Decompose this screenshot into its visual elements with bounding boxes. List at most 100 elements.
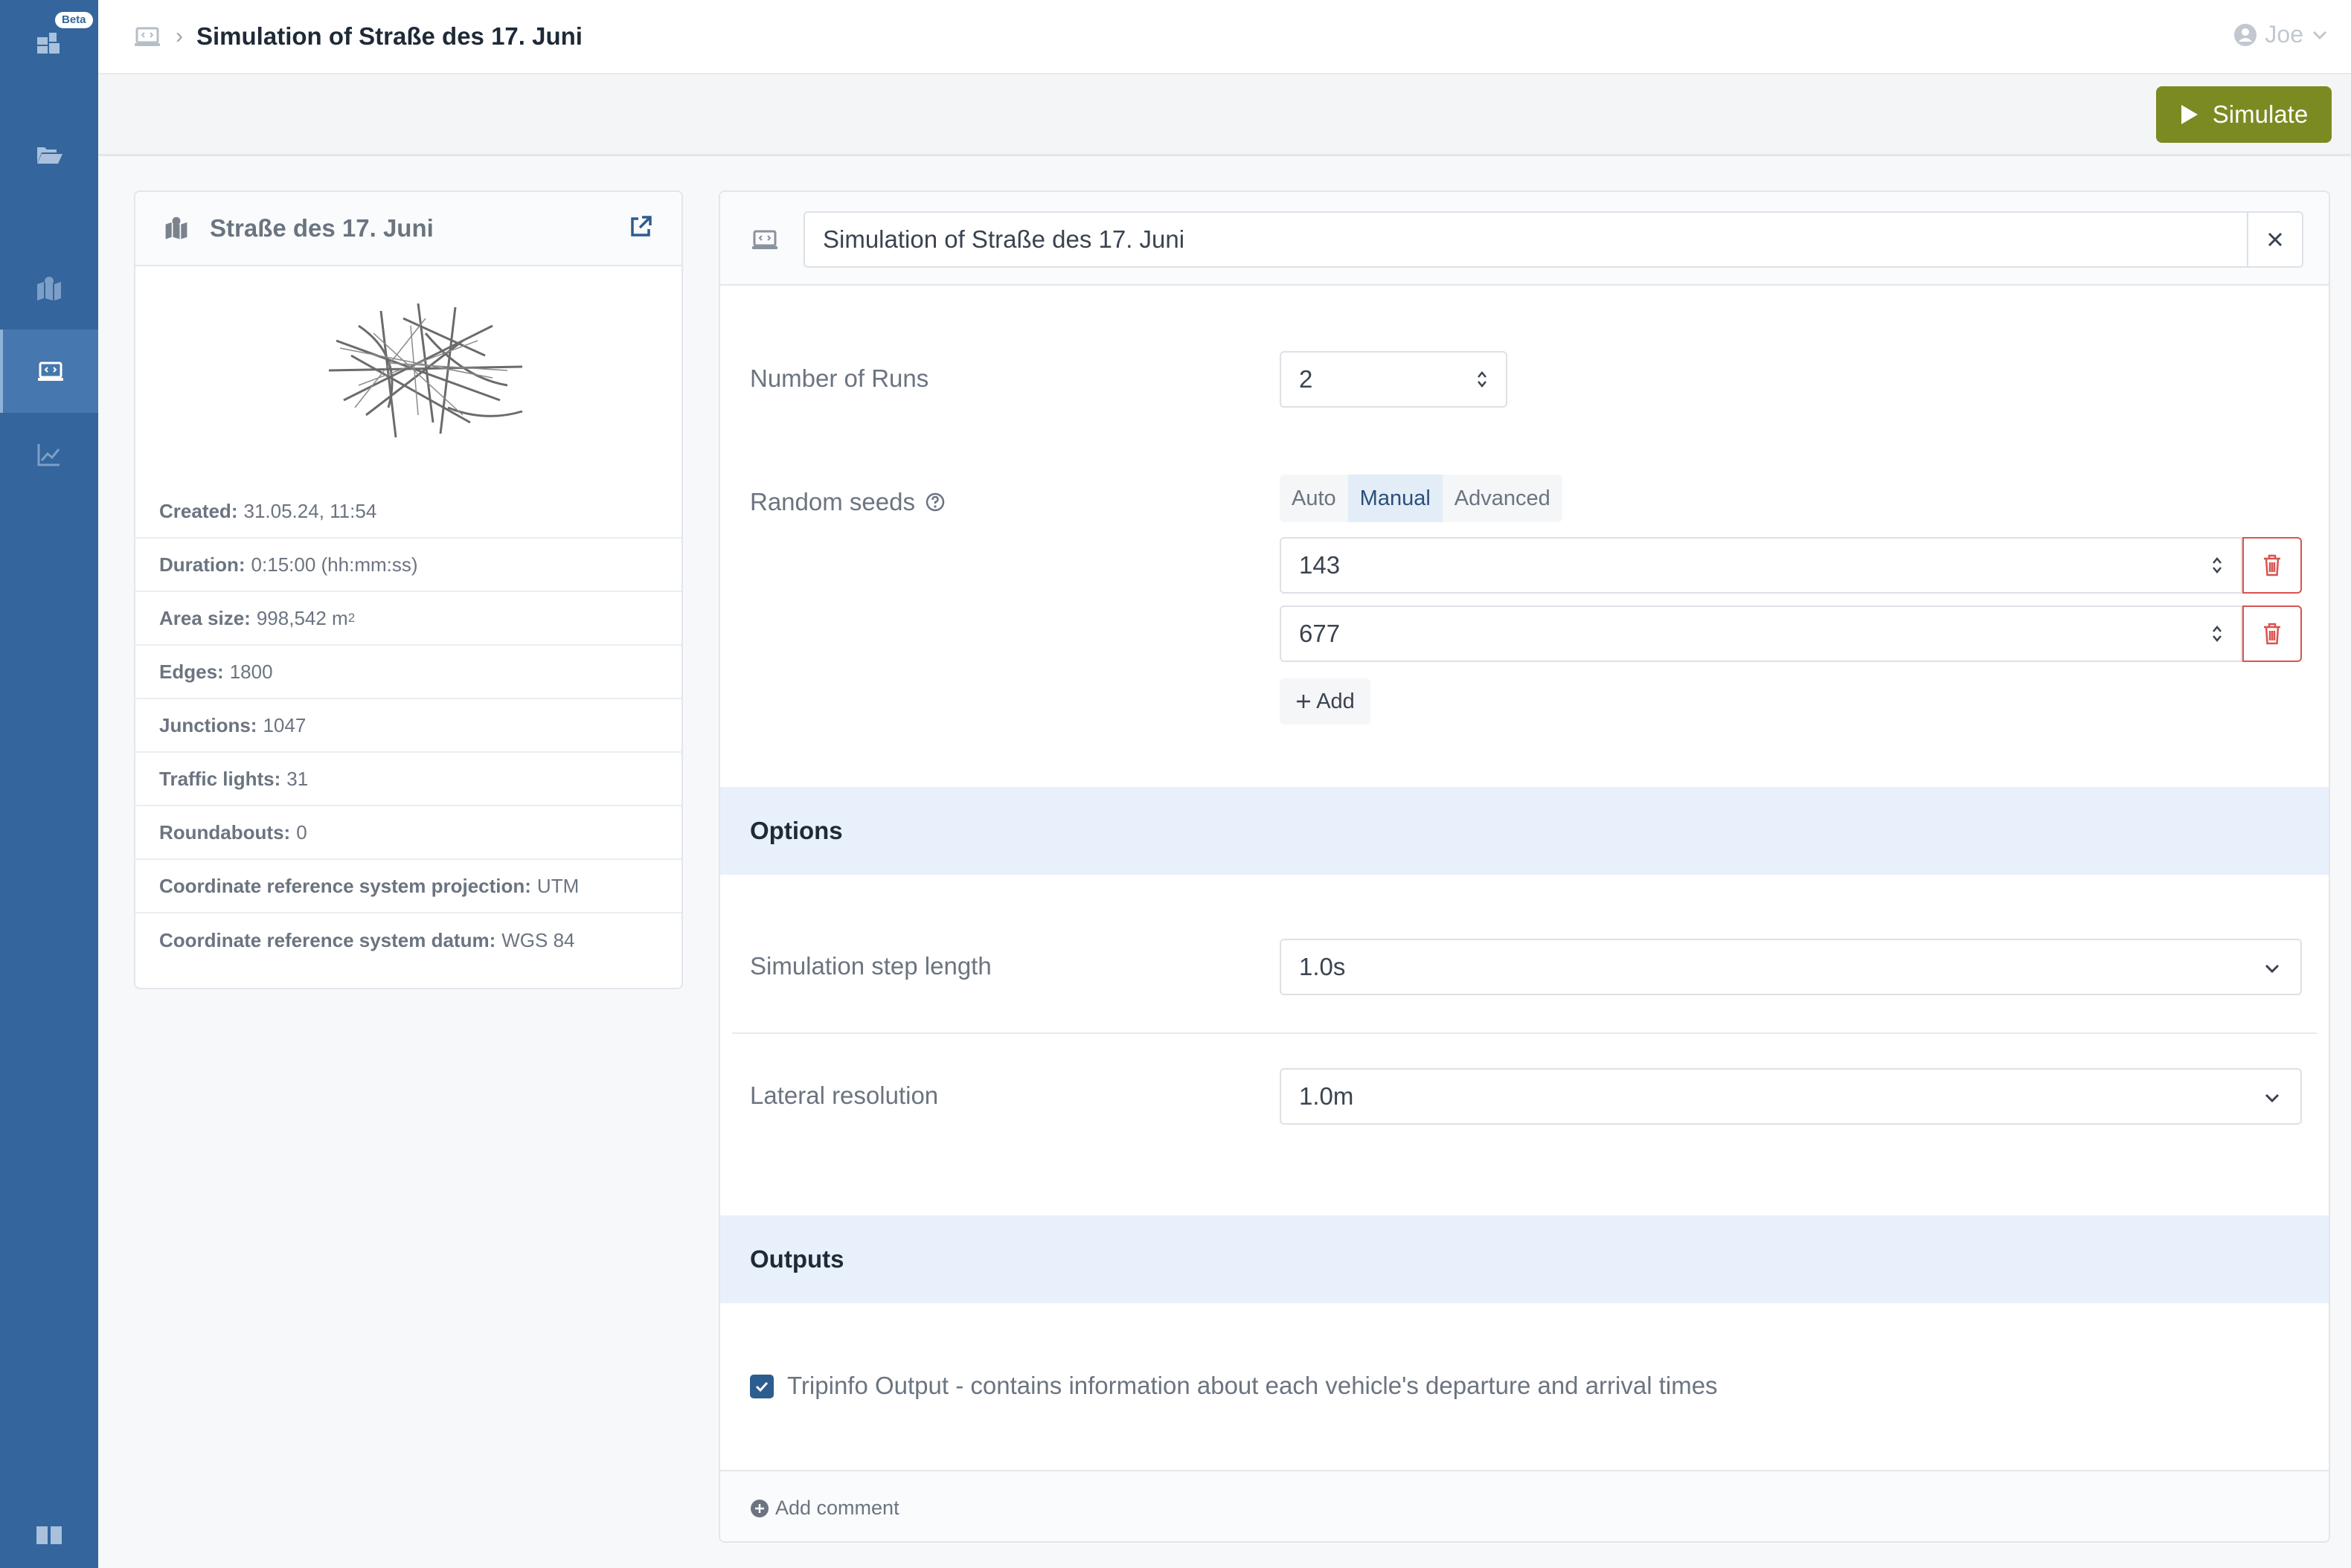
trash-icon — [2264, 554, 2280, 576]
info-value: 31.05.24, 11:54 — [243, 499, 377, 522]
options-heading: Options — [720, 787, 2329, 875]
runs-label: Number of Runs — [750, 364, 929, 392]
info-value: 0 — [296, 820, 307, 844]
info-row: Roundabouts: 0 — [135, 806, 681, 860]
beta-badge: Beta — [55, 12, 93, 28]
add-comment-button[interactable]: Add comment — [750, 1497, 899, 1520]
breadcrumb-separator: › — [176, 24, 183, 48]
map-icon — [37, 277, 61, 301]
info-row: Coordinate reference system datum: WGS 84 — [135, 913, 681, 967]
seed-mode-manual[interactable]: Manual — [1347, 475, 1443, 522]
seed-value: 143 — [1299, 551, 1341, 579]
info-key: Created: — [159, 499, 238, 522]
info-key: Coordinate reference system projection: — [159, 874, 531, 897]
info-key: Junctions: — [159, 713, 257, 736]
trash-icon — [2264, 623, 2280, 645]
help-circle-icon[interactable] — [926, 492, 945, 512]
outputs-heading: Outputs — [720, 1215, 2329, 1303]
external-link-icon[interactable] — [628, 214, 653, 240]
seeds-label-wrap: Random seeds — [750, 488, 945, 516]
delete-seed-button[interactable] — [2242, 537, 2302, 594]
road-network-thumbnail — [328, 303, 523, 438]
scenario-card-header: Straße des 17. Juni — [135, 192, 681, 266]
info-row: Created: 31.05.24, 11:54 — [135, 485, 681, 539]
dashboard-icon — [37, 33, 60, 54]
lateral-resolution-value: 1.0m — [1299, 1082, 1354, 1110]
scenario-card: Straße des 17. Juni Created: 31.05.24, 11… — [134, 190, 683, 989]
play-icon — [2181, 105, 2198, 124]
chevron-down-icon — [2265, 1093, 2280, 1103]
info-key: Edges: — [159, 660, 224, 683]
info-row: Area size: 998,542 m2 — [135, 592, 681, 646]
sidebar-item-maps[interactable] — [0, 247, 98, 330]
top-bar: › Simulation of Straße des 17. Juni Joe — [98, 0, 2351, 74]
action-bar: Simulate — [98, 74, 2351, 156]
sidebar-item-simulations[interactable] — [0, 330, 98, 413]
delete-seed-button[interactable] — [2242, 605, 2302, 662]
step-length-label: Simulation step length — [750, 952, 992, 980]
lateral-resolution-label: Lateral resolution — [750, 1082, 939, 1109]
info-row: Coordinate reference system projection: U… — [135, 860, 681, 913]
tripinfo-checkbox[interactable] — [750, 1375, 774, 1398]
user-menu[interactable]: Joe — [2233, 21, 2329, 48]
check-icon — [755, 1381, 769, 1392]
seed-value: 677 — [1299, 620, 1341, 647]
info-value: 31 — [286, 767, 309, 790]
info-value: 0:15:00 (hh:mm:ss) — [251, 553, 418, 576]
seed-mode-auto[interactable]: Auto — [1280, 475, 1348, 522]
seed-mode-toggle: Auto Manual Advanced — [1280, 475, 1562, 522]
info-value: 1047 — [263, 713, 307, 736]
info-value: 998,542 m — [256, 606, 348, 629]
sidebar-item-analytics[interactable] — [0, 413, 98, 496]
folder-open-icon — [37, 147, 62, 164]
scenario-info-list: Created: 31.05.24, 11:54 Duration: 0:15:00 … — [135, 485, 681, 967]
plus-circle-icon — [751, 1499, 769, 1517]
sidebar-item-docs[interactable] — [0, 1501, 98, 1568]
spinner-icon[interactable] — [2211, 623, 2223, 644]
simulation-icon — [38, 362, 63, 381]
user-name: Joe — [2265, 21, 2303, 48]
sidebar-item-projects[interactable] — [0, 113, 98, 196]
divider — [732, 1032, 2317, 1034]
close-icon — [2268, 232, 2283, 247]
seed-mode-advanced[interactable]: Advanced — [1442, 475, 1562, 522]
spinner-icon[interactable] — [2211, 555, 2223, 576]
info-value: 1800 — [229, 660, 273, 683]
info-key: Traffic lights: — [159, 767, 281, 790]
simulate-label: Simulate — [2212, 100, 2309, 128]
scenario-title: Straße des 17. Juni — [210, 214, 434, 242]
simulation-icon[interactable] — [132, 22, 162, 51]
plus-icon — [1297, 695, 1311, 708]
spinner-icon[interactable] — [1476, 369, 1488, 390]
simulation-name-input[interactable] — [804, 211, 2248, 268]
runs-value: 2 — [1299, 365, 1313, 393]
sidebar: Beta — [0, 0, 98, 1568]
seeds-label: Random seeds — [750, 488, 915, 515]
info-row: Traffic lights: 31 — [135, 753, 681, 806]
sidebar-item-dashboard[interactable]: Beta — [0, 0, 98, 83]
info-value: WGS 84 — [501, 928, 575, 951]
info-key: Duration: — [159, 553, 246, 576]
add-comment-label: Add comment — [775, 1497, 899, 1519]
seed-input[interactable]: 677 — [1280, 605, 2242, 662]
lateral-resolution-select[interactable]: 1.0m — [1280, 1068, 2302, 1125]
simulation-name-row — [720, 192, 2329, 286]
info-row: Edges: 1800 — [135, 646, 681, 699]
simulate-button[interactable]: Simulate — [2156, 86, 2332, 143]
user-circle-icon — [2234, 23, 2257, 46]
step-length-value: 1.0s — [1299, 953, 1346, 980]
clear-name-button[interactable] — [2247, 211, 2303, 268]
book-icon — [36, 1526, 62, 1544]
page-title: Simulation of Straße des 17. Juni — [196, 22, 583, 50]
tripinfo-label[interactable]: Tripinfo Output - contains information a… — [787, 1372, 1718, 1400]
map-icon — [165, 216, 187, 240]
info-value: UTM — [536, 874, 580, 897]
step-length-select[interactable]: 1.0s — [1280, 939, 2302, 995]
runs-input[interactable]: 2 — [1280, 351, 1507, 408]
info-key: Area size: — [159, 606, 251, 629]
comment-bar: Add comment — [720, 1470, 2329, 1541]
add-seed-button[interactable]: Add — [1280, 678, 1370, 724]
seed-input[interactable]: 143 — [1280, 537, 2242, 594]
chevron-down-icon — [2312, 30, 2327, 39]
add-seed-label: Add — [1316, 689, 1355, 713]
